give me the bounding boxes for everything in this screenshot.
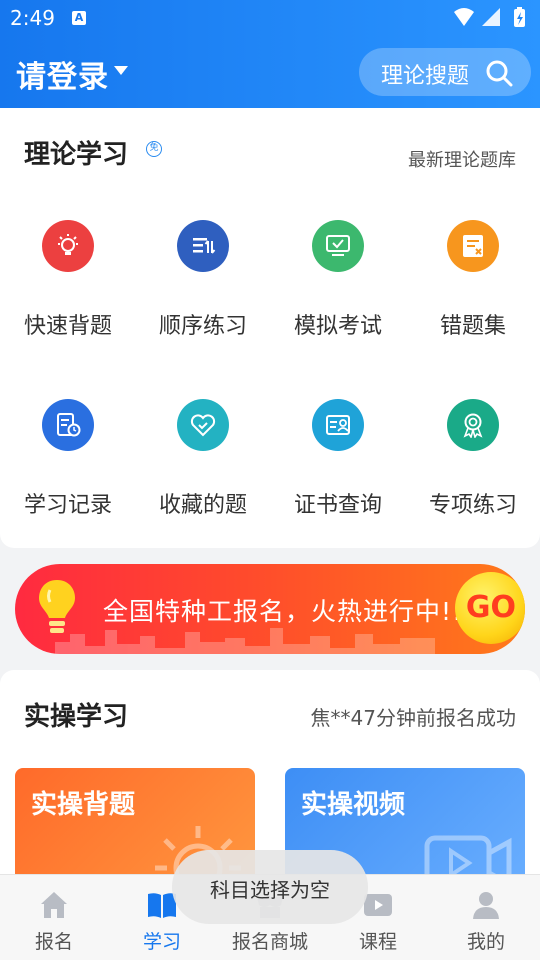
favorites-label: 收藏的题: [158, 493, 247, 518]
practical-memorize-label: 实操背题: [31, 790, 136, 820]
certificate-query-label: 证书查询: [293, 493, 382, 518]
nav-register[interactable]: 报名: [0, 875, 108, 960]
registration-banner[interactable]: 全国特种工报名，火热进行中!!! GO: [15, 564, 525, 654]
mock-exam-item[interactable]: 模拟考试: [272, 220, 402, 370]
practical-video-label: 实操视频: [301, 790, 406, 820]
wrong-questions-label: 错题集: [439, 314, 506, 339]
study-record-label: 学习记录: [23, 493, 112, 518]
study-record-item[interactable]: 学习记录: [2, 399, 132, 549]
skyline-decoration: [55, 628, 435, 654]
status-icons: [454, 7, 525, 27]
home-icon: [41, 892, 67, 918]
certificate-query-item[interactable]: 证书查询: [272, 399, 402, 549]
toast-text: 科目选择为空: [210, 878, 330, 902]
heart-check-icon: [177, 399, 229, 451]
special-practice-label: 专项练习: [428, 493, 517, 518]
theory-study-card: 理论学习 免 最新理论题库 快速背题 顺序练习 模拟考试 错题集 学习记录 收藏…: [0, 108, 540, 548]
theory-search-label: 理论搜题: [381, 64, 470, 89]
login-button[interactable]: 请登录: [16, 52, 109, 96]
app-header: 2:49 A 请登录 理论搜题: [0, 0, 540, 108]
certificate-icon: [312, 399, 364, 451]
nav-shop-label: 报名商城: [231, 931, 308, 953]
sort-list-icon: [177, 220, 229, 272]
latest-theory-bank-link[interactable]: 最新理论题库: [408, 146, 516, 172]
lightbulb-icon: [42, 220, 94, 272]
theory-search-button[interactable]: 理论搜题: [359, 48, 531, 96]
search-icon: [486, 60, 513, 87]
go-button[interactable]: GO: [455, 572, 525, 644]
bulb-icon: [39, 580, 75, 633]
quick-memorize-item[interactable]: 快速背题: [2, 220, 132, 370]
record-clock-icon: [42, 399, 94, 451]
sequential-practice-item[interactable]: 顺序练习: [137, 220, 267, 370]
nav-mine[interactable]: 我的: [432, 875, 540, 960]
wrong-questions-item[interactable]: 错题集: [407, 220, 537, 370]
nav-courses-label: 课程: [358, 931, 397, 953]
status-time: 2:49: [10, 6, 55, 30]
quick-memorize-label: 快速背题: [23, 314, 112, 339]
user-icon: [473, 892, 499, 919]
mock-exam-label: 模拟考试: [293, 314, 382, 339]
banner-text: 全国特种工报名，火热进行中!!!: [103, 597, 475, 626]
registration-notice: 焦**47分钟前报名成功: [310, 706, 516, 730]
free-badge: 免: [146, 141, 162, 157]
nav-register-label: 报名: [34, 931, 73, 953]
monitor-check-icon: [312, 220, 364, 272]
notification-icon: A: [72, 11, 86, 25]
caret-down-icon[interactable]: [114, 66, 128, 75]
nav-study-label: 学习: [142, 931, 181, 953]
wrong-doc-icon: [447, 220, 499, 272]
status-bar: 2:49 A: [0, 0, 540, 36]
theory-study-title: 理论学习: [24, 140, 129, 170]
sequential-practice-label: 顺序练习: [158, 314, 247, 339]
toast-message: 科目选择为空: [172, 850, 368, 924]
favorites-item[interactable]: 收藏的题: [137, 399, 267, 549]
special-practice-item[interactable]: 专项练习: [407, 399, 537, 549]
award-icon: [447, 399, 499, 451]
practical-study-title: 实操学习: [24, 702, 129, 732]
nav-mine-label: 我的: [466, 931, 505, 953]
